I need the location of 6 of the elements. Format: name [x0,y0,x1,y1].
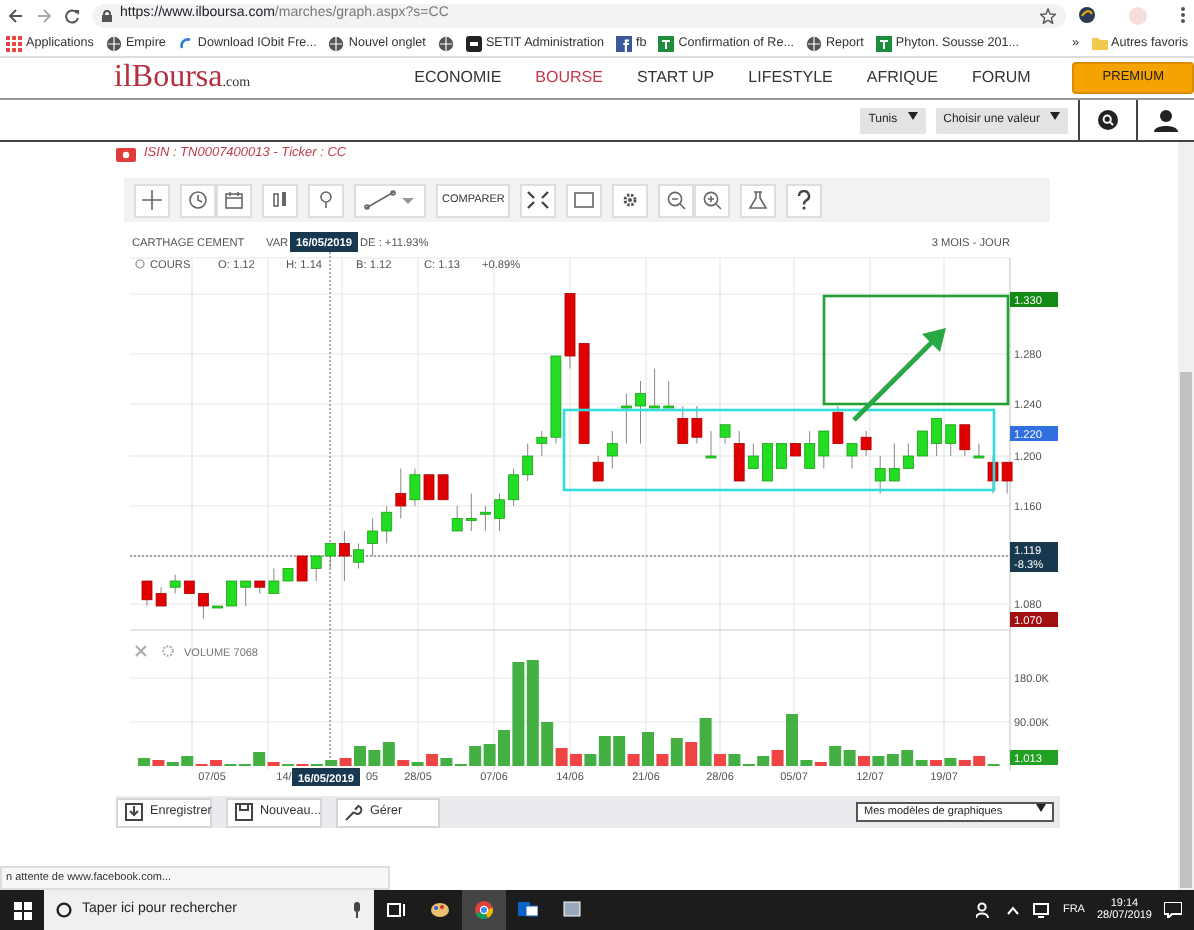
nav-link[interactable]: ECONOMIE [414,66,502,90]
nav-link[interactable]: START UP [636,66,715,90]
nav-link[interactable]: FORUM [971,66,1031,90]
nav-link[interactable]: AFRIQUE [866,66,938,90]
nav-link[interactable]: BOURSE [535,66,603,90]
nav-link[interactable]: LIFESTYLE [748,66,833,90]
